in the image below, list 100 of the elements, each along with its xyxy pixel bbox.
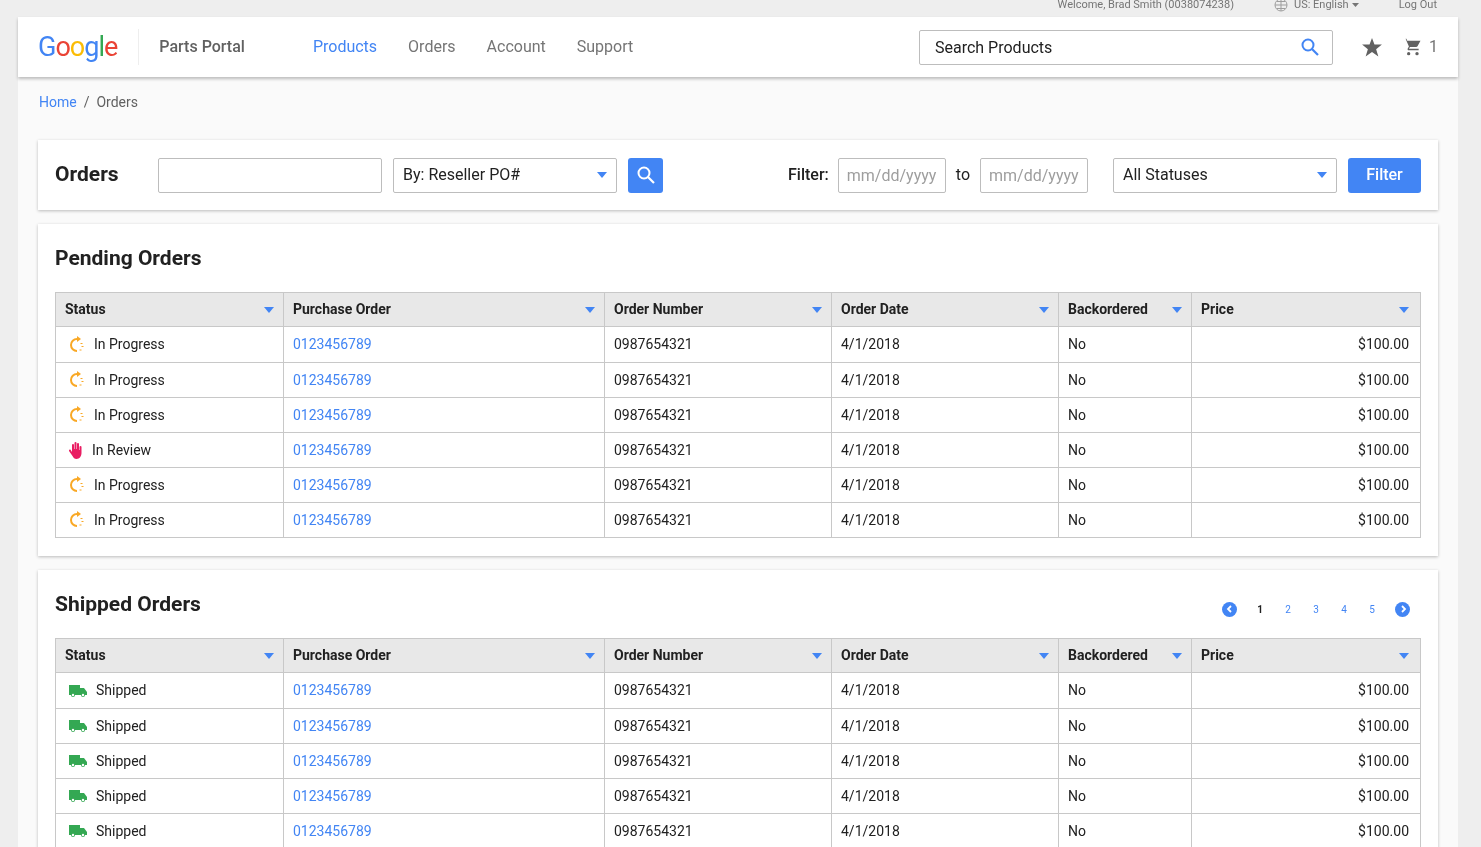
purchase-order-link[interactable]: 0123456789 bbox=[293, 680, 372, 701]
column-header[interactable]: Order Number bbox=[614, 299, 704, 320]
backordered-value: No bbox=[1068, 786, 1086, 806]
section-title: Shipped Orders bbox=[55, 591, 201, 619]
status-text: Shipped bbox=[96, 821, 147, 841]
globe-icon bbox=[1274, 0, 1288, 12]
order-date: 4/1/2018 bbox=[841, 786, 900, 806]
page-link[interactable]: 2 bbox=[1283, 601, 1293, 617]
price: $100.00 bbox=[1358, 335, 1409, 354]
star-icon[interactable] bbox=[1362, 37, 1382, 57]
status-text: In Progress bbox=[94, 370, 165, 390]
backordered-value: No bbox=[1068, 335, 1086, 354]
column-header[interactable]: Price bbox=[1201, 299, 1234, 320]
search-icon bbox=[636, 166, 655, 184]
column-header[interactable]: Purchase Order bbox=[293, 299, 391, 320]
price: $100.00 bbox=[1358, 510, 1409, 530]
purchase-order-link[interactable]: 0123456789 bbox=[293, 474, 372, 496]
sort-caret-icon bbox=[812, 652, 822, 659]
nav-link[interactable]: Orders bbox=[408, 35, 456, 59]
to-date-field[interactable]: mm/dd/yyyy bbox=[980, 157, 1088, 193]
search-field[interactable]: Search Products bbox=[919, 29, 1333, 65]
section-title: Pending Orders bbox=[55, 245, 202, 273]
column-header[interactable]: Status bbox=[65, 299, 106, 320]
purchase-order-link[interactable]: 0123456789 bbox=[293, 715, 372, 737]
sort-caret-icon bbox=[585, 306, 595, 313]
order-number: 0987654321 bbox=[614, 440, 693, 460]
purchase-order-link[interactable]: 0123456789 bbox=[293, 785, 372, 807]
backordered-value: No bbox=[1068, 405, 1086, 425]
backordered-value: No bbox=[1068, 440, 1086, 460]
nav-link[interactable]: Account bbox=[486, 35, 546, 59]
price: $100.00 bbox=[1358, 475, 1409, 495]
sort-caret-icon bbox=[1172, 652, 1182, 659]
backordered-value: No bbox=[1068, 751, 1086, 771]
purchase-order-link[interactable]: 0123456789 bbox=[293, 369, 372, 391]
from-date-field[interactable]: mm/dd/yyyy bbox=[837, 157, 946, 193]
search-by-dropdown[interactable]: By: Reseller PO# bbox=[393, 157, 617, 193]
page-link[interactable]: 5 bbox=[1367, 601, 1377, 617]
backordered-value: No bbox=[1068, 475, 1086, 495]
chevron-right-icon bbox=[1398, 605, 1407, 613]
order-date: 4/1/2018 bbox=[841, 370, 900, 390]
refresh-icon bbox=[69, 511, 85, 529]
price: $100.00 bbox=[1358, 821, 1409, 841]
backordered-value: No bbox=[1068, 716, 1086, 736]
price: $100.00 bbox=[1358, 405, 1409, 425]
purchase-order-link[interactable]: 0123456789 bbox=[293, 439, 372, 461]
filter-label: Filter: bbox=[788, 164, 829, 186]
filter-button[interactable]: Filter bbox=[1348, 157, 1421, 193]
logout-link[interactable]: Log Out bbox=[1398, 0, 1437, 10]
search-button[interactable] bbox=[628, 157, 663, 193]
order-date: 4/1/2018 bbox=[841, 821, 900, 841]
refresh-icon bbox=[69, 406, 85, 424]
purchase-order-link[interactable]: 0123456789 bbox=[293, 750, 372, 772]
sort-caret-icon bbox=[812, 306, 822, 313]
price: $100.00 bbox=[1358, 786, 1409, 806]
to-label: to bbox=[955, 164, 970, 186]
next-page-button[interactable] bbox=[1395, 601, 1410, 617]
order-number: 0987654321 bbox=[614, 405, 693, 425]
backordered-value: No bbox=[1068, 370, 1086, 390]
backordered-value: No bbox=[1068, 681, 1086, 700]
search-icon[interactable] bbox=[1301, 37, 1319, 56]
breadcrumb-link[interactable]: Home bbox=[39, 92, 77, 113]
purchase-order-link[interactable]: 0123456789 bbox=[293, 820, 372, 842]
page-link[interactable]: 3 bbox=[1311, 601, 1321, 617]
column-header[interactable]: Order Date bbox=[841, 645, 909, 666]
column-header[interactable]: Purchase Order bbox=[293, 645, 391, 666]
refresh-icon bbox=[69, 476, 85, 494]
page-link[interactable]: 1 bbox=[1255, 601, 1265, 617]
dropdown-caret-icon bbox=[1317, 172, 1327, 178]
column-header[interactable]: Price bbox=[1201, 645, 1234, 666]
column-header[interactable]: Backordered bbox=[1068, 299, 1148, 320]
truck-icon bbox=[69, 683, 87, 698]
sort-caret-icon bbox=[1039, 652, 1049, 659]
sort-caret-icon bbox=[1399, 652, 1409, 659]
column-header[interactable]: Backordered bbox=[1068, 645, 1148, 666]
column-header[interactable]: Status bbox=[65, 645, 106, 666]
column-header[interactable]: Order Number bbox=[614, 645, 704, 666]
order-number: 0987654321 bbox=[614, 751, 693, 771]
backordered-value: No bbox=[1068, 510, 1086, 530]
page-link[interactable]: 4 bbox=[1339, 601, 1349, 617]
sort-caret-icon bbox=[264, 306, 274, 313]
sort-caret-icon bbox=[1399, 306, 1409, 313]
sort-caret-icon bbox=[1172, 306, 1182, 313]
truck-icon bbox=[69, 789, 87, 803]
status-text: In Progress bbox=[94, 335, 165, 354]
order-date: 4/1/2018 bbox=[841, 335, 900, 354]
purchase-order-link[interactable]: 0123456789 bbox=[293, 404, 372, 426]
language-dropdown[interactable]: US: English bbox=[1294, 0, 1359, 10]
purchase-order-link[interactable]: 0123456789 bbox=[293, 509, 372, 531]
purchase-order-link[interactable]: 0123456789 bbox=[293, 334, 372, 355]
order-number: 0987654321 bbox=[614, 335, 693, 354]
order-search-field[interactable] bbox=[158, 157, 382, 193]
order-date: 4/1/2018 bbox=[841, 405, 900, 425]
price: $100.00 bbox=[1358, 716, 1409, 736]
status-dropdown[interactable]: All Statuses bbox=[1113, 157, 1337, 193]
google-logo[interactable]: Google bbox=[38, 33, 118, 61]
nav-link[interactable]: Products bbox=[312, 35, 378, 59]
nav-link[interactable]: Support bbox=[576, 35, 634, 59]
previous-page-button[interactable] bbox=[1222, 601, 1237, 617]
order-date: 4/1/2018 bbox=[841, 751, 900, 771]
column-header[interactable]: Order Date bbox=[841, 299, 909, 320]
